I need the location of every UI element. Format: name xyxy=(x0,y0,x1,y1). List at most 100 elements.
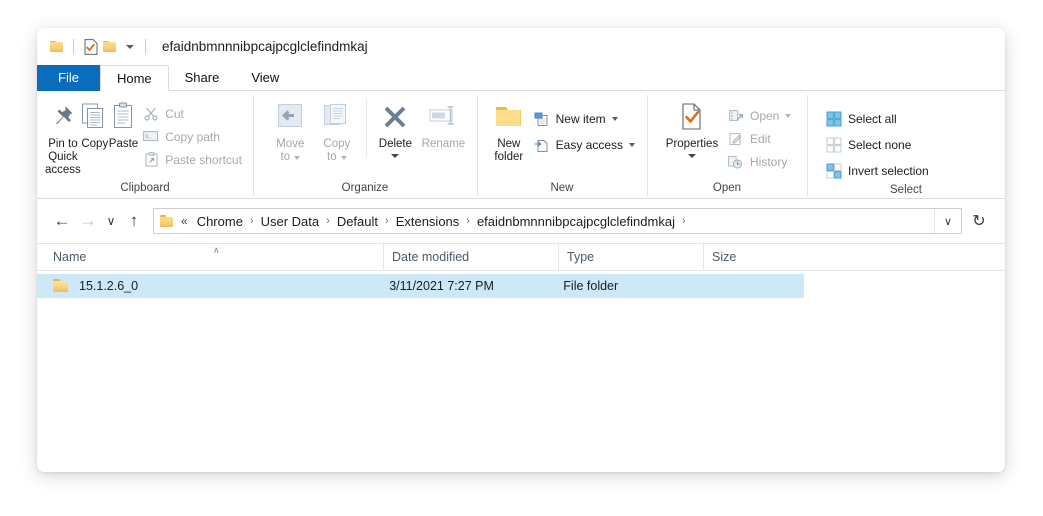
select-none-button[interactable]: Select none xyxy=(821,132,933,158)
paste-label: Paste xyxy=(108,138,139,150)
properties-label: Properties xyxy=(665,138,719,150)
rename-label: Rename xyxy=(421,138,466,150)
history-button[interactable]: History xyxy=(723,150,795,173)
new-folder-label-line2: folder xyxy=(494,151,524,163)
select-all-label: Select all xyxy=(848,112,897,126)
breadcrumb-separator-icon[interactable]: › xyxy=(463,215,473,227)
copy-to-button[interactable]: Copy to xyxy=(314,97,361,164)
address-folder-icon xyxy=(160,215,174,227)
paste-shortcut-button[interactable]: Paste shortcut xyxy=(138,148,246,171)
invert-selection-button[interactable]: Invert selection xyxy=(821,158,933,184)
title-bar: efaidnbmnnnibpcajpcglclefindmkaj xyxy=(37,28,1005,65)
pin-to-quick-access-button[interactable]: Pin to Quick access xyxy=(45,97,81,177)
customize-caret-icon[interactable] xyxy=(119,37,138,56)
open-caret-icon[interactable] xyxy=(785,113,792,118)
up-arrow-icon[interactable]: ↑ xyxy=(121,208,147,234)
table-row[interactable]: 15.1.2.6_0 3/11/2021 7:27 PM File folder xyxy=(37,274,804,298)
breadcrumb-separator-icon[interactable]: › xyxy=(382,215,392,227)
select-all-button[interactable]: Select all xyxy=(821,106,933,132)
folder-icon xyxy=(53,279,69,293)
cut-label: Cut xyxy=(165,106,184,121)
copy-to-icon xyxy=(322,101,352,133)
toolbar-divider-2 xyxy=(145,39,146,54)
breadcrumb-item-default[interactable]: Default xyxy=(333,214,382,229)
breadcrumb-item-user-data[interactable]: User Data xyxy=(257,214,324,229)
file-size xyxy=(700,274,804,298)
new-folder-button[interactable]: New folder xyxy=(489,97,529,164)
breadcrumb-separator-icon[interactable]: › xyxy=(247,215,257,227)
edit-button[interactable]: Edit xyxy=(723,127,795,150)
refresh-icon[interactable]: ↻ xyxy=(963,207,995,235)
new-folder-label-line1: New xyxy=(497,138,521,150)
copy-button[interactable]: Copy xyxy=(81,97,109,151)
column-header-type[interactable]: Type xyxy=(558,243,703,271)
properties-button[interactable]: Properties xyxy=(661,97,723,158)
new-item-label: New item xyxy=(555,112,606,126)
history-label: History xyxy=(750,154,788,169)
copy-to-caret-icon[interactable] xyxy=(340,155,347,160)
address-dropdown-chevron-icon[interactable]: ∨ xyxy=(934,209,961,233)
column-header-size[interactable]: Size xyxy=(703,243,808,271)
select-none-icon xyxy=(825,137,843,154)
move-to-icon xyxy=(275,101,305,133)
new-item-caret-icon[interactable] xyxy=(611,117,618,121)
tab-share[interactable]: Share xyxy=(169,65,236,91)
ribbon-tabstrip: File Home Share View xyxy=(37,65,1005,91)
ribbon-group-clipboard: Pin to Quick access Copy Paste Cut \\.. … xyxy=(37,91,253,198)
new-item-button[interactable]: New item xyxy=(529,106,639,132)
file-name: 15.1.2.6_0 xyxy=(79,279,139,293)
breadcrumb-overflow-icon[interactable]: « xyxy=(178,214,193,228)
paste-button[interactable]: Paste xyxy=(109,97,138,151)
back-arrow-icon[interactable]: ← xyxy=(49,208,75,234)
forward-arrow-icon[interactable]: → xyxy=(75,208,101,234)
history-icon xyxy=(727,153,745,170)
file-name-cell: 15.1.2.6_0 xyxy=(53,274,381,298)
ribbon-group-select: Select all Select none Invert selection … xyxy=(807,91,1005,198)
file-list: 15.1.2.6_0 3/11/2021 7:27 PM File folder xyxy=(37,271,1005,298)
copy-label: Copy xyxy=(81,138,109,150)
breadcrumb-bar[interactable]: « Chrome › User Data › Default › Extensi… xyxy=(153,208,962,234)
clipboard-small-buttons: Cut \\.. Copy path Paste shortcut xyxy=(138,97,246,171)
move-to-caret-icon[interactable] xyxy=(294,155,301,160)
window-title: efaidnbmnnnibpcajpcglclefindmkaj xyxy=(162,39,368,54)
rename-button[interactable]: Rename xyxy=(418,97,469,151)
easy-access-button[interactable]: Easy access xyxy=(529,132,639,158)
rename-icon xyxy=(426,101,460,133)
easy-access-caret-icon[interactable] xyxy=(629,143,635,147)
ribbon-group-label-select: Select xyxy=(890,184,922,196)
ribbon-group-label-open: Open xyxy=(712,182,742,194)
select-small-buttons: Select all Select none Invert selection xyxy=(821,97,933,184)
select-none-label: Select none xyxy=(848,138,912,152)
ribbon-group-open: Properties Open Edit History Open xyxy=(647,91,807,198)
delete-x-icon xyxy=(381,101,409,133)
copy-path-button[interactable]: \\.. Copy path xyxy=(138,125,246,148)
recent-locations-chevron-icon[interactable]: ∨ xyxy=(101,208,121,234)
tab-view[interactable]: View xyxy=(235,65,295,91)
breadcrumb-item-current[interactable]: efaidnbmnnnibpcajpcglclefindmkaj xyxy=(473,214,679,229)
breadcrumb-item-chrome[interactable]: Chrome xyxy=(193,214,247,229)
tab-file[interactable]: File xyxy=(37,65,100,91)
open-button[interactable]: Open xyxy=(723,104,795,127)
new-folder-icon[interactable] xyxy=(100,37,119,56)
easy-access-icon xyxy=(533,137,551,154)
edit-label: Edit xyxy=(750,131,771,146)
column-header-date-modified[interactable]: Date modified xyxy=(383,243,558,271)
tab-home[interactable]: Home xyxy=(99,65,169,91)
paste-shortcut-icon xyxy=(142,151,160,168)
delete-dropdown-caret-icon[interactable] xyxy=(391,154,400,158)
properties-dropdown-caret-icon[interactable] xyxy=(688,154,696,158)
folder-icon[interactable] xyxy=(47,37,66,56)
breadcrumb-item-extensions[interactable]: Extensions xyxy=(392,214,464,229)
copy-to-label-line1: Copy xyxy=(323,138,351,150)
breadcrumb-separator-icon[interactable]: › xyxy=(679,215,689,227)
ribbon-group-label-clipboard: Clipboard xyxy=(120,182,170,194)
scissors-icon xyxy=(142,105,160,122)
delete-label: Delete xyxy=(378,138,413,150)
delete-button[interactable]: Delete xyxy=(373,97,418,158)
move-to-button[interactable]: Move to xyxy=(267,97,314,164)
ribbon: Pin to Quick access Copy Paste Cut \\.. … xyxy=(37,91,1005,199)
cut-button[interactable]: Cut xyxy=(138,102,246,125)
breadcrumb-separator-icon[interactable]: › xyxy=(323,215,333,227)
breadcrumb: « Chrome › User Data › Default › Extensi… xyxy=(178,214,934,229)
properties-icon[interactable] xyxy=(81,37,100,56)
